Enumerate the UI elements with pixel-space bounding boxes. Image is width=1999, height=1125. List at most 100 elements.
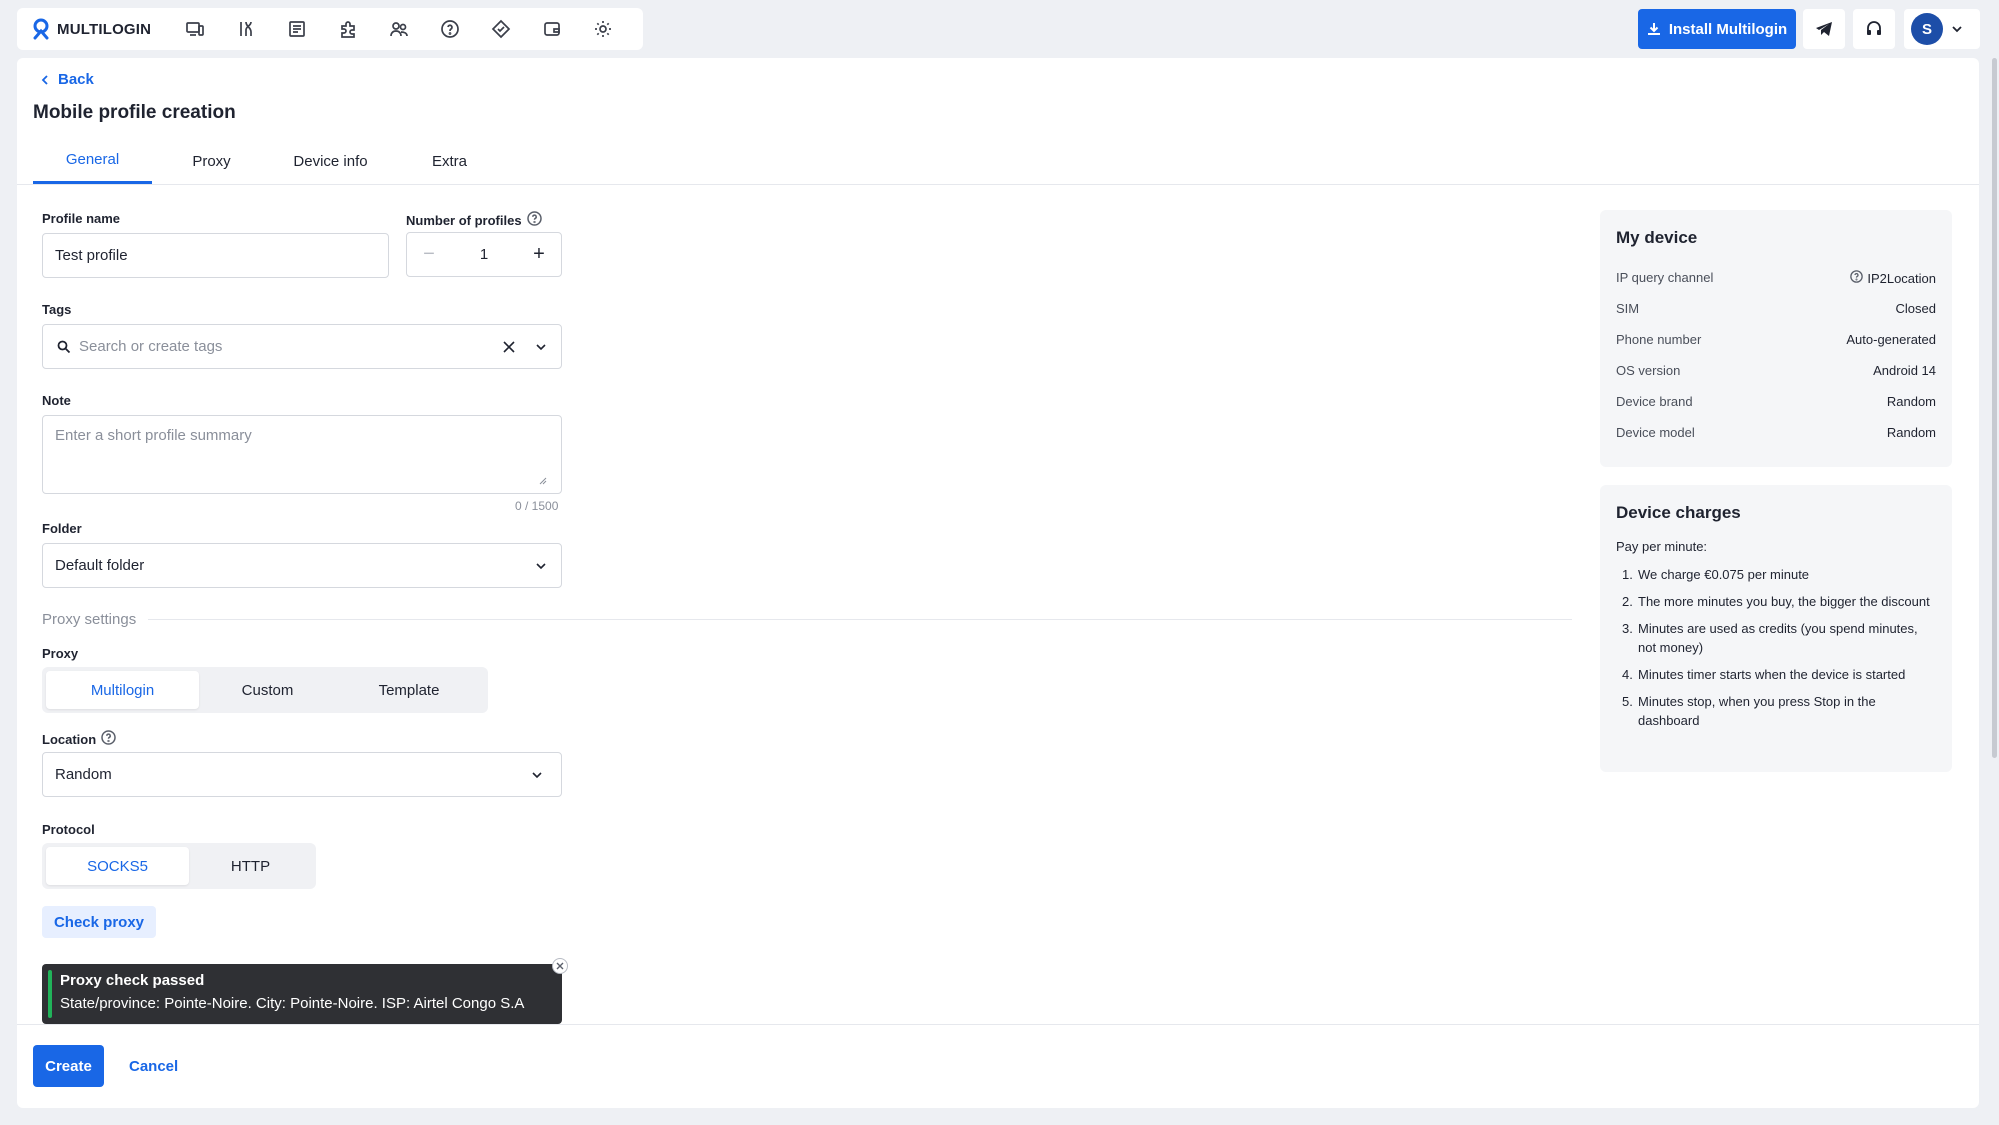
note-character-counter: 0 / 1500 (515, 499, 559, 513)
question-circle-icon[interactable] (1850, 270, 1864, 286)
charge-text: Minutes stop, when you press Stop in the… (1638, 694, 1876, 728)
proxy-check-toast: Proxy check passed State/province: Point… (42, 958, 568, 1024)
profiles-list-icon[interactable] (271, 8, 322, 50)
account-menu[interactable]: S (1904, 9, 1980, 49)
note-textarea[interactable]: Enter a short profile summary (42, 415, 562, 494)
proxy-icon[interactable] (475, 8, 526, 50)
row-value: Android 14 (1873, 363, 1936, 378)
chevron-down-icon (536, 562, 546, 569)
row-value: Random (1886, 394, 1936, 409)
check-proxy-button[interactable]: Check proxy (42, 906, 156, 938)
toast-message: State/province: Pointe-Noire. City: Poin… (60, 995, 525, 1012)
protocol-label: Protocol (42, 822, 95, 837)
profile-name-label-text: Profile name (42, 211, 121, 226)
tab-extra[interactable]: Extra (390, 138, 509, 184)
multilogin-logo-icon (33, 18, 49, 40)
proxy-type-segmented: Multilogin Custom Template (42, 667, 488, 713)
tab-general[interactable]: General (33, 138, 152, 184)
avatar: S (1911, 13, 1943, 45)
install-multilogin-button[interactable]: Install Multilogin (1638, 9, 1796, 49)
question-circle-icon[interactable] (101, 730, 116, 748)
telegram-button[interactable] (1803, 9, 1845, 49)
tab-device-info[interactable]: Device info (271, 138, 390, 184)
row-key: IP query channel (1616, 270, 1714, 285)
number-of-profiles-label-text: Number of profiles (406, 212, 522, 228)
row-key: Phone number (1616, 332, 1702, 347)
protocol-segmented: SOCKS5 HTTP (42, 843, 316, 889)
device-row-phone: Phone number Auto-generated (1616, 332, 1936, 347)
clear-icon[interactable] (503, 340, 515, 353)
protocol-option-socks5[interactable]: SOCKS5 (46, 847, 189, 885)
search-icon (57, 340, 71, 353)
resize-handle-icon[interactable] (539, 477, 547, 485)
location-select[interactable]: Random (42, 752, 562, 797)
tab-proxy[interactable]: Proxy (152, 138, 271, 184)
charge-text: The more minutes you buy, the bigger the… (1638, 594, 1930, 609)
note-label: Note (42, 393, 71, 408)
wallet-icon[interactable] (526, 8, 577, 50)
chevron-down-icon[interactable] (535, 341, 547, 353)
decrement-button[interactable]: − (407, 233, 451, 276)
help-icon[interactable] (424, 8, 475, 50)
proxy-label: Proxy (42, 646, 78, 661)
extensions-icon[interactable] (322, 8, 373, 50)
back-label: Back (58, 71, 94, 88)
row-key: Device model (1616, 425, 1695, 440)
logo[interactable]: MULTILOGIN (31, 18, 151, 40)
back-link[interactable]: Back (40, 71, 94, 88)
note-label-text: Note (42, 393, 71, 408)
charge-text: We charge €0.075 per minute (1638, 567, 1810, 582)
location-value: Random (55, 766, 112, 783)
charge-text: Minutes are used as credits (you spend m… (1638, 621, 1918, 655)
question-circle-icon[interactable] (526, 211, 542, 229)
page-scrollbar[interactable] (1992, 58, 1997, 758)
tags-label: Tags (42, 302, 71, 317)
row-value: IP2Location (1850, 270, 1936, 286)
list-item: 5. Minutes stop, when you press Stop in t… (1616, 692, 1936, 730)
profile-name-label: Profile name (42, 211, 120, 226)
folder-select[interactable]: Default folder (42, 543, 562, 588)
my-device-title: My device (1616, 228, 1698, 247)
charges-list: 1. We charge €0.075 per minute 2. The more… (1616, 565, 1936, 738)
install-label: Install Multilogin (1668, 20, 1788, 38)
list-item: 3. Minutes are used as credits (you spend… (1616, 619, 1936, 657)
row-value: Closed (1895, 301, 1936, 316)
settings-icon[interactable] (577, 8, 628, 50)
success-indicator (48, 970, 52, 1018)
proxy-option-template[interactable]: Template (336, 671, 482, 709)
increment-button[interactable]: + (517, 233, 561, 276)
support-button[interactable] (1853, 9, 1895, 49)
proxy-option-custom[interactable]: Custom (199, 671, 336, 709)
create-button[interactable]: Create (33, 1045, 104, 1087)
quantity-value[interactable]: 1 (451, 246, 517, 263)
profile-name-input[interactable]: Test profile (42, 233, 389, 278)
ip-channel-value: IP2Location (1867, 270, 1936, 286)
profile-name-value: Test profile (55, 247, 128, 264)
proxy-label-text: Proxy (42, 646, 79, 661)
device-row-model: Device model Random (1616, 425, 1936, 440)
section-divider (148, 619, 1572, 620)
chevron-down-icon (532, 771, 542, 778)
proxy-option-multilogin[interactable]: Multilogin (46, 671, 199, 709)
location-label: Location (42, 730, 116, 748)
row-value: Auto-generated (1846, 332, 1936, 347)
headset-icon (1867, 21, 1881, 35)
team-icon[interactable] (373, 8, 424, 50)
charge-text: Minutes timer starts when the device is … (1638, 667, 1906, 682)
close-icon[interactable] (552, 958, 568, 974)
row-key: OS version (1616, 363, 1681, 378)
row-value: Random (1886, 425, 1936, 440)
device-charges-panel: Device charges Pay per minute: 1. We char… (1600, 485, 1952, 772)
cancel-button[interactable]: Cancel (129, 1045, 178, 1087)
telegram-icon (1816, 22, 1832, 36)
number-of-profiles-label: Number of profiles (406, 211, 542, 229)
folder-value: Default folder (55, 557, 145, 574)
devices-icon[interactable] (169, 8, 220, 50)
protocol-option-http[interactable]: HTTP (189, 847, 312, 885)
automation-icon[interactable] (220, 8, 271, 50)
row-key: Device brand (1616, 394, 1693, 409)
protocol-label-text: Protocol (42, 822, 95, 837)
tags-input[interactable]: Search or create tags (42, 324, 562, 369)
download-icon (1647, 23, 1660, 35)
chevron-down-icon (1952, 26, 1962, 33)
